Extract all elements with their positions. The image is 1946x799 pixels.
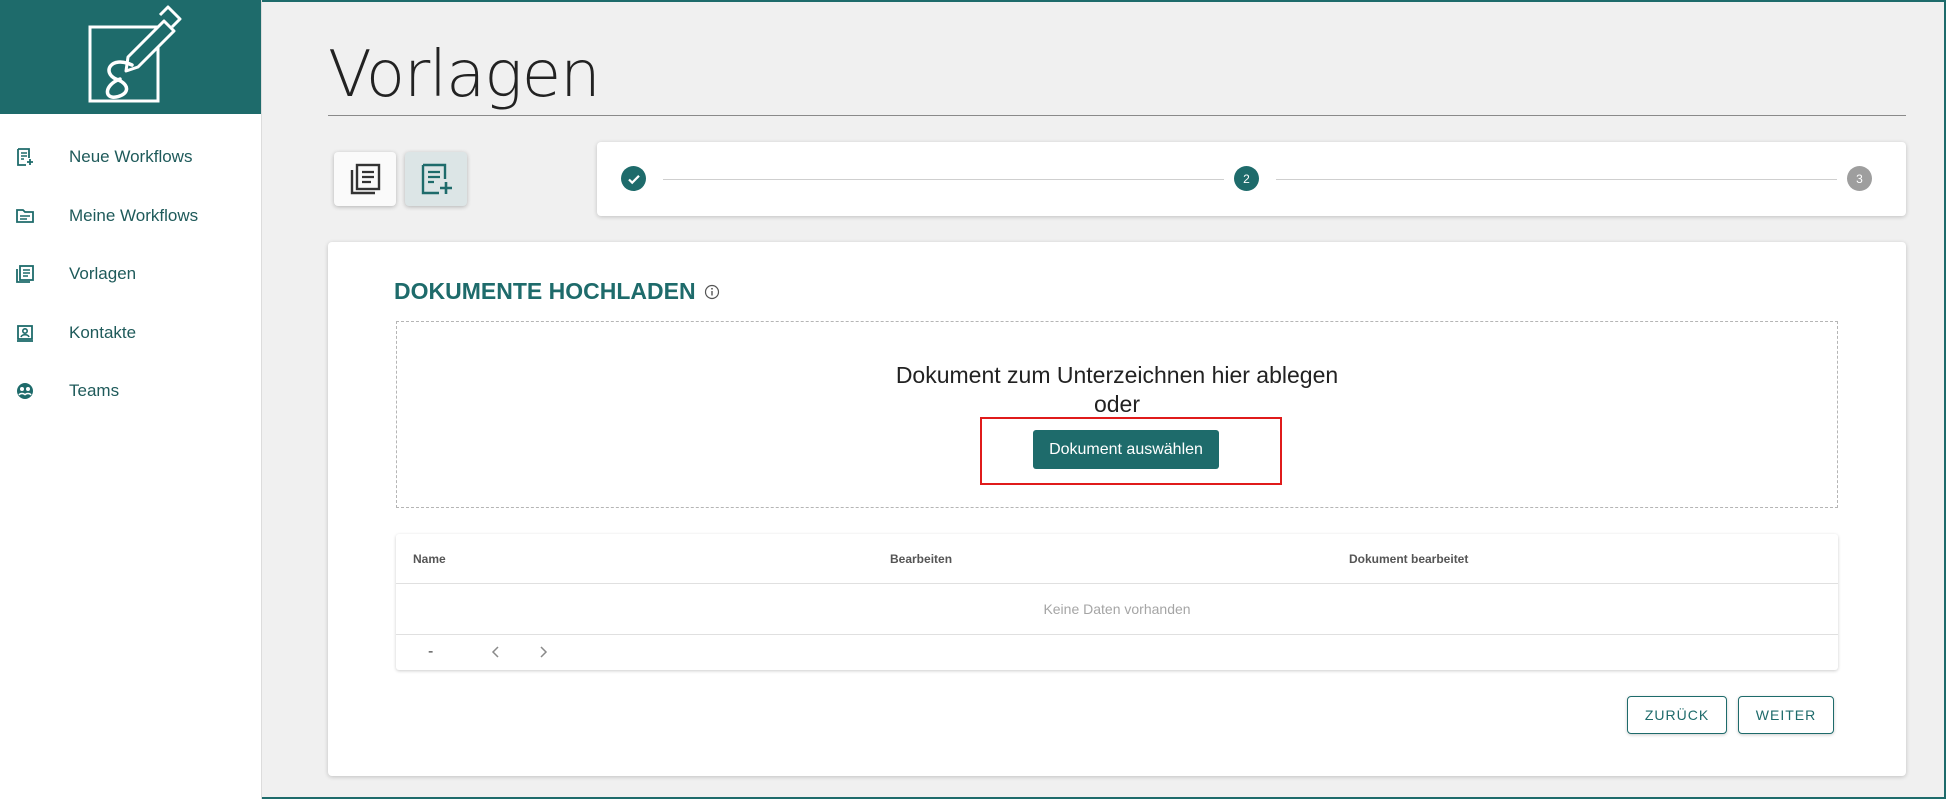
sidebar-item-label: Meine Workflows [69, 205, 199, 225]
column-header-name[interactable]: Name [413, 534, 446, 583]
select-document-button[interactable]: Dokument auswählen [1033, 430, 1219, 469]
sidebar-item-meine-workflows[interactable]: Meine Workflows [0, 187, 261, 246]
sidebar-item-label: Vorlagen [69, 264, 137, 284]
chevron-right-icon [540, 646, 548, 658]
templates-icon [13, 262, 37, 286]
signature-pen-icon [88, 5, 181, 103]
template-list-button[interactable] [334, 152, 396, 206]
teams-icon [13, 379, 37, 403]
sidebar-item-kontakte[interactable]: Kontakte [0, 304, 261, 363]
app-logo[interactable] [0, 0, 261, 114]
step-connector [663, 179, 1224, 180]
title-divider [328, 115, 1906, 116]
step-connector [1276, 179, 1837, 180]
column-header-bearbeiten[interactable]: Bearbeiten [890, 534, 952, 583]
step-1-done [621, 166, 646, 191]
templates-icon [350, 163, 381, 195]
new-template-button[interactable] [405, 152, 467, 206]
step-3-pending: 3 [1847, 166, 1872, 191]
next-button[interactable]: WEITER [1738, 696, 1834, 734]
column-header-dokument-bearbeitet[interactable]: Dokument bearbeitet [1349, 534, 1468, 583]
new-workflow-icon [13, 145, 37, 169]
dropzone-or-text: oder [1093, 391, 1141, 417]
page-title: Vorlagen [328, 38, 601, 112]
section-title-text: DOKUMENTE HOCHLADEN [394, 278, 696, 304]
dropzone-text: Dokument zum Unterzeichnen hier ablegen [895, 362, 1339, 388]
pagination-range: - [428, 643, 434, 660]
sidebar-item-neue-workflows[interactable]: Neue Workflows [0, 128, 261, 187]
table-divider [396, 634, 1838, 635]
check-icon [627, 174, 640, 184]
sidebar-item-label: Neue Workflows [69, 147, 193, 167]
sidebar-item-label: Kontakte [69, 322, 137, 342]
progress-stepper: 2 3 [597, 142, 1906, 216]
sidebar-nav: Neue Workflows Meine Workflows Vorlagen … [0, 114, 261, 421]
folder-icon [13, 204, 37, 228]
file-dropzone[interactable]: Dokument zum Unterzeichnen hier ablegen … [396, 321, 1838, 508]
section-title: DOKUMENTE HOCHLADEN [394, 278, 720, 305]
sidebar: Neue Workflows Meine Workflows Vorlagen … [0, 0, 262, 799]
step-2-active: 2 [1234, 166, 1259, 191]
contacts-icon [13, 321, 37, 345]
back-button[interactable]: ZURÜCK [1627, 696, 1727, 734]
documents-table: Name Bearbeiten Dokument bearbeitet Kein… [396, 534, 1838, 670]
chevron-left-icon [491, 646, 499, 658]
pagination-next-button[interactable] [537, 634, 549, 670]
table-empty-message: Keine Daten vorhanden [1043, 600, 1191, 617]
sidebar-item-vorlagen[interactable]: Vorlagen [0, 245, 261, 304]
pagination-prev-button[interactable] [490, 634, 502, 670]
new-template-icon [421, 163, 452, 195]
info-icon[interactable] [704, 284, 720, 300]
sidebar-item-label: Teams [69, 381, 120, 401]
sidebar-item-teams[interactable]: Teams [0, 362, 261, 421]
upload-card: DOKUMENTE HOCHLADEN Dokument zum Unterze… [328, 242, 1906, 776]
